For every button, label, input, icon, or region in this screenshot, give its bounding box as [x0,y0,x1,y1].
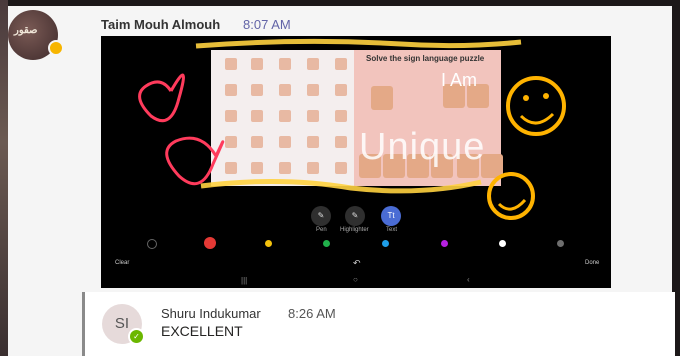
color-swatch-black[interactable] [147,239,157,249]
attached-screenshot[interactable]: Solve the sign language puzzle I Am Uniq… [101,36,611,288]
recents-icon[interactable]: ||| [241,276,247,285]
color-swatch-purple[interactable] [441,240,448,247]
color-swatch-red[interactable] [204,237,216,249]
home-icon[interactable]: ○ [353,275,358,284]
undo-icon[interactable]: ↶ [353,258,361,269]
done-button[interactable]: Done [585,260,599,266]
clear-button[interactable]: Clear [115,260,129,266]
text-tool-label: Text [386,227,398,233]
highlighter-tool-label: Highlighter [340,227,369,233]
color-palette [101,237,611,251]
color-swatch-blue[interactable] [382,240,389,247]
message-body: EXCELLENT [161,323,243,339]
highlighter-tool-button[interactable]: ✎ [345,206,365,226]
message-sender[interactable]: Shuru Indukumar [161,306,261,321]
color-swatch-white[interactable] [499,240,506,247]
pen-tool-label: Pen [316,227,327,233]
color-swatch-yellow[interactable] [265,240,272,247]
back-icon[interactable]: ‹ [467,275,470,284]
presence-away-icon [48,40,64,56]
color-swatch-green[interactable] [323,240,330,247]
text-tool-button[interactable]: Tt [381,206,401,226]
drawing-toolbar: ✎ ✎ Tt Pen Highlighter Text [101,204,611,234]
left-edge [0,0,8,356]
color-swatch-gray[interactable] [557,240,564,247]
pen-tool-button[interactable]: ✎ [311,206,331,226]
avatar-text: صقور [14,25,38,36]
message-sender[interactable]: Taim Mouh Almouh [101,17,220,32]
message-time: 8:26 AM [288,306,336,321]
presence-available-icon: ✓ [128,328,145,345]
android-nav-bar: ||| ○ ‹ [101,272,611,288]
message-time: 8:07 AM [243,17,291,32]
